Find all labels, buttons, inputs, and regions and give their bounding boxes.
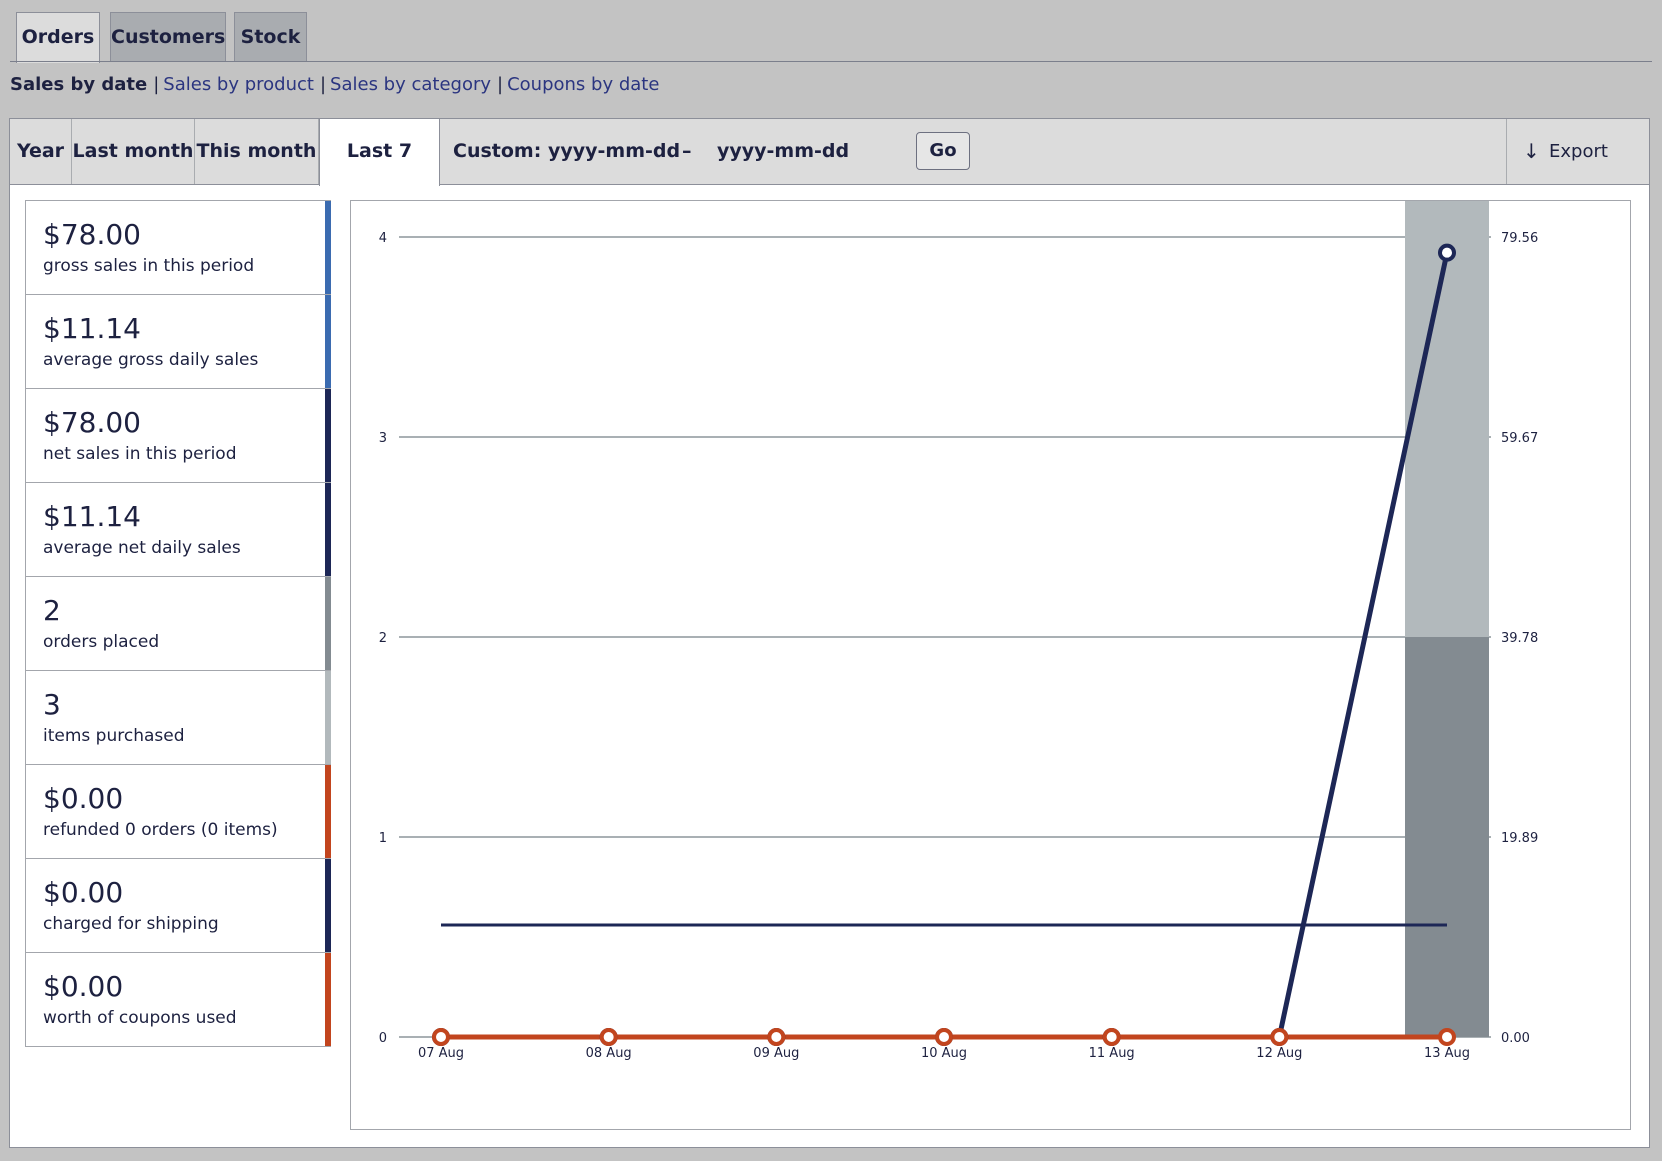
chart-point — [1438, 243, 1456, 262]
chart-point — [935, 1028, 953, 1046]
link-separator: | — [319, 74, 327, 95]
stat-gross-sales[interactable]: $78.00 gross sales in this period — [25, 200, 331, 294]
chart-point — [432, 1028, 450, 1046]
report-sales-by-category-link[interactable]: Sales by category — [330, 74, 491, 95]
y-left-tick-label: 3 — [379, 431, 387, 446]
chart-point — [1438, 1028, 1456, 1046]
date-range-dash: – — [682, 140, 692, 162]
y-left-tick-label: 1 — [379, 831, 387, 846]
stat-average-net-daily[interactable]: $11.14 average net daily sales — [25, 482, 331, 576]
download-arrow-icon: ↓ — [1523, 139, 1540, 163]
report-sales-by-product-link[interactable]: Sales by product — [163, 74, 314, 95]
start-date-input[interactable]: yyyy-mm-dd — [548, 119, 680, 184]
stat-shipping[interactable]: $0.00 charged for shipping — [25, 858, 331, 952]
series-color-bar — [325, 765, 331, 858]
stat-items-purchased[interactable]: 3 items purchased — [25, 670, 331, 764]
series-color-bar — [325, 389, 331, 482]
series-color-bar — [325, 201, 331, 294]
report-coupons-by-date-link[interactable]: Coupons by date — [507, 74, 659, 95]
stat-label: charged for shipping — [43, 914, 219, 934]
stat-label: refunded 0 orders (0 items) — [43, 820, 278, 840]
series-color-bar — [325, 859, 331, 952]
link-separator: | — [153, 74, 160, 95]
series-color-bar — [325, 671, 331, 764]
chart-point — [599, 1028, 618, 1046]
stat-value: $11.14 — [43, 500, 141, 533]
chart-bar — [1405, 37, 1489, 637]
stat-average-gross-daily[interactable]: $11.14 average gross daily sales — [25, 294, 331, 388]
stat-value: 2 — [43, 594, 61, 627]
y-right-tick-label: 0.00 — [1501, 1031, 1530, 1046]
chart-canvas: 0 1 2 3 4 0.00 19.89 39.78 59.67 79.56 07 Aug 08 Au… — [379, 37, 1538, 1061]
stat-label: average net daily sales — [43, 538, 241, 558]
x-tick-label: 11 Aug — [1089, 1046, 1135, 1061]
range-tab-last-month[interactable]: Last month — [72, 119, 195, 184]
stat-label: worth of coupons used — [43, 1008, 237, 1028]
chart-point — [1102, 1028, 1121, 1046]
chart-bar — [1405, 637, 1489, 1037]
range-tab-last-7-days[interactable]: Last 7 days — [319, 119, 440, 227]
stat-value: $0.00 — [43, 970, 124, 1003]
y-right-tick-label: 79.56 — [1501, 231, 1538, 246]
tab-stock[interactable]: Stock — [234, 12, 307, 61]
series-color-bar — [325, 577, 331, 670]
stat-label: average gross daily sales — [43, 350, 259, 370]
tab-orders[interactable]: Orders — [16, 12, 100, 63]
x-tick-label: 09 Aug — [753, 1046, 799, 1061]
stat-value: $11.14 — [43, 312, 141, 345]
chart-point — [1270, 1028, 1289, 1046]
x-tick-label: 10 Aug — [921, 1046, 967, 1061]
link-separator: | — [497, 74, 504, 95]
stat-coupons[interactable]: $0.00 worth of coupons used — [25, 952, 331, 1047]
end-date-input[interactable]: yyyy-mm-dd — [717, 119, 849, 184]
stat-value: $0.00 — [43, 876, 124, 909]
series-color-bar — [325, 953, 331, 1046]
go-button[interactable]: Go — [916, 132, 970, 170]
x-tick-label: 13 Aug — [1424, 1046, 1470, 1061]
stat-label: gross sales in this period — [43, 256, 255, 276]
sales-chart: 0 1 2 3 4 0.00 19.89 39.78 59.67 79.56 07 Aug 08 Au… — [350, 37, 1631, 1130]
stat-refunded[interactable]: $0.00 refunded 0 orders (0 items) — [25, 764, 331, 858]
x-tick-label: 12 Aug — [1256, 1046, 1302, 1061]
range-tab-this-month[interactable]: This month — [195, 119, 319, 184]
y-right-tick-label: 19.89 — [1501, 831, 1538, 846]
custom-label: Custom: — [453, 140, 542, 162]
series-color-bar — [325, 295, 331, 388]
stat-label: items purchased — [43, 726, 185, 746]
x-tick-label: 08 Aug — [586, 1046, 632, 1061]
stat-label: net sales in this period — [43, 444, 237, 464]
chart-point — [767, 1028, 786, 1046]
top-tab-bar: Orders Customers Stock — [0, 0, 1662, 63]
stat-value: $78.00 — [43, 218, 141, 251]
report-links: Sales by date | Sales by product | Sales by … — [10, 74, 659, 95]
stat-label: orders placed — [43, 632, 160, 652]
report-sales-by-date: Sales by date — [10, 74, 148, 95]
stat-value: $0.00 — [43, 782, 124, 815]
stat-value: $78.00 — [43, 406, 141, 439]
stat-orders-placed[interactable]: 2 orders placed — [25, 576, 331, 670]
range-tab-year[interactable]: Year — [10, 119, 72, 184]
chart-line — [441, 252, 1450, 1040]
y-left-tick-label: 2 — [379, 631, 387, 646]
y-left-tick-label: 4 — [379, 231, 387, 246]
tab-divider — [10, 61, 1652, 62]
range-bar: Year Last month This month Last 7 days C… — [10, 119, 1649, 227]
stats-legend: $78.00 gross sales in this period $11.14… — [25, 200, 331, 1047]
export-csv-button[interactable]: ↓ Export CSV — [1506, 119, 1649, 227]
stat-net-sales[interactable]: $78.00 net sales in this period — [25, 388, 331, 482]
x-tick-label: 07 Aug — [418, 1046, 464, 1061]
y-right-tick-label: 39.78 — [1501, 631, 1538, 646]
series-color-bar — [325, 483, 331, 576]
tab-customers[interactable]: Customers — [110, 12, 226, 61]
y-left-tick-label: 0 — [379, 1031, 387, 1046]
stat-value: 3 — [43, 688, 61, 721]
y-right-tick-label: 59.67 — [1501, 431, 1538, 446]
